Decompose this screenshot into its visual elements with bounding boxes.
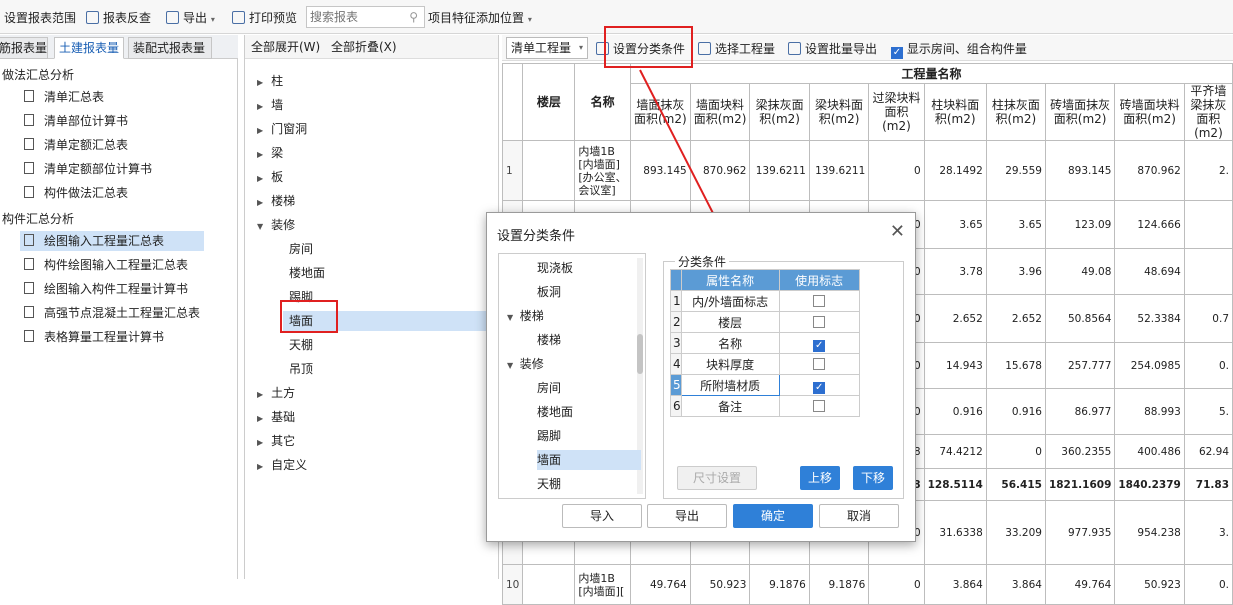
group-label: 分类条件 <box>675 253 730 270</box>
export-button[interactable]: 导出 <box>647 504 727 528</box>
condition-flag-cell <box>778 353 860 375</box>
dialog-tree-label: 现浇板 <box>537 261 574 275</box>
condition-index: 6 <box>670 395 682 417</box>
condition-index: 2 <box>670 311 682 333</box>
condition-row[interactable]: 4 块料厚度 <box>670 353 860 375</box>
condition-row[interactable]: 6 备注 <box>670 395 860 417</box>
dialog-tree-leaf[interactable]: 踢脚 <box>537 426 561 446</box>
size-setting-button[interactable]: 尺寸设置 <box>677 466 757 490</box>
dialog-tree-leaf[interactable]: 天棚 <box>537 474 561 494</box>
checkbox-unchecked[interactable] <box>813 316 826 328</box>
checkbox-checked[interactable]: ✓ <box>813 381 826 394</box>
dialog-tree-label: 楼梯 <box>537 333 562 347</box>
condition-index: 5 <box>670 374 682 396</box>
import-button[interactable]: 导入 <box>562 504 642 528</box>
col-flag-header: 使用标志 <box>778 269 860 291</box>
condition-row[interactable]: 1 内/外墙面标志 <box>670 290 860 312</box>
dialog-tree-label: 楼地面 <box>537 405 574 419</box>
dialog-tree-label: 装修 <box>519 357 544 371</box>
move-down-button[interactable]: 下移 <box>853 466 893 490</box>
classify-dialog: 设置分类条件 ✕ 现浇板 板洞 ▼ 楼梯 楼梯 ▼ 装修 房间 楼地面 踢脚 墙面 天棚 分类条件… <box>486 212 916 542</box>
condition-index: 3 <box>670 332 682 354</box>
dialog-tree-node[interactable]: ▼ 装修 <box>507 354 544 374</box>
condition-row[interactable]: 2 楼层 <box>670 311 860 333</box>
chevron-down-icon[interactable]: ▼ <box>507 361 516 370</box>
dialog-tree-node[interactable]: ▼ 楼梯 <box>507 306 544 326</box>
dialog-tree-leaf[interactable]: 楼地面 <box>537 402 573 422</box>
condition-flag-cell <box>778 290 860 312</box>
dialog-tree-leaf[interactable]: 现浇板 <box>537 258 573 278</box>
dialog-tree-leaf[interactable]: 楼梯 <box>537 330 561 350</box>
move-up-button[interactable]: 上移 <box>800 466 840 490</box>
ok-button[interactable]: 确定 <box>733 504 813 528</box>
dialog-tree-label: 墙面 <box>537 453 562 467</box>
condition-name: 所附墙材质 <box>680 374 780 396</box>
condition-name: 名称 <box>680 332 780 354</box>
checkbox-unchecked[interactable] <box>813 358 826 370</box>
close-icon[interactable]: ✕ <box>890 221 905 242</box>
condition-row[interactable]: 5 所附墙材质 ✓ <box>670 374 860 396</box>
condition-name: 楼层 <box>680 311 780 333</box>
chevron-down-icon[interactable]: ▼ <box>507 313 516 322</box>
condition-index: 4 <box>670 353 682 375</box>
condition-flag-cell <box>778 395 860 417</box>
condition-name: 内/外墙面标志 <box>680 290 780 312</box>
condition-flag-cell: ✓ <box>778 374 860 396</box>
condition-flag-cell: ✓ <box>778 332 860 354</box>
dialog-tree-leaf[interactable]: 房间 <box>537 378 561 398</box>
dialog-component-tree: 现浇板 板洞 ▼ 楼梯 楼梯 ▼ 装修 房间 楼地面 踢脚 墙面 天棚 <box>498 253 646 499</box>
corner-cell <box>670 269 682 291</box>
checkbox-checked[interactable]: ✓ <box>813 339 826 352</box>
dialog-tree-label: 楼梯 <box>519 309 544 323</box>
condition-index: 1 <box>670 290 682 312</box>
dialog-tree-label: 天棚 <box>537 477 562 491</box>
dialog-tree-label: 踢脚 <box>537 429 562 443</box>
condition-row[interactable]: 3 名称 ✓ <box>670 332 860 354</box>
condition-table: 属性名称 使用标志 1 内/外墙面标志 2 楼层 3 名称 ✓ 4 块料厚度 5 所附墙材质 ✓ 6 备注 <box>670 269 860 417</box>
checkbox-unchecked[interactable] <box>813 295 826 307</box>
dialog-tree-leaf[interactable]: 墙面 <box>537 450 641 470</box>
checkbox-unchecked[interactable] <box>813 400 826 412</box>
dialog-tree-label: 房间 <box>537 381 562 395</box>
dialog-title: 设置分类条件 <box>497 229 576 244</box>
col-attr-header: 属性名称 <box>680 269 780 291</box>
condition-flag-cell <box>778 311 860 333</box>
dialog-tree-label: 板洞 <box>537 285 562 299</box>
cancel-button[interactable]: 取消 <box>819 504 899 528</box>
condition-name: 备注 <box>680 395 780 417</box>
dialog-tree-leaf[interactable]: 板洞 <box>537 282 561 302</box>
scrollbar-thumb[interactable] <box>637 334 643 374</box>
condition-name: 块料厚度 <box>680 353 780 375</box>
